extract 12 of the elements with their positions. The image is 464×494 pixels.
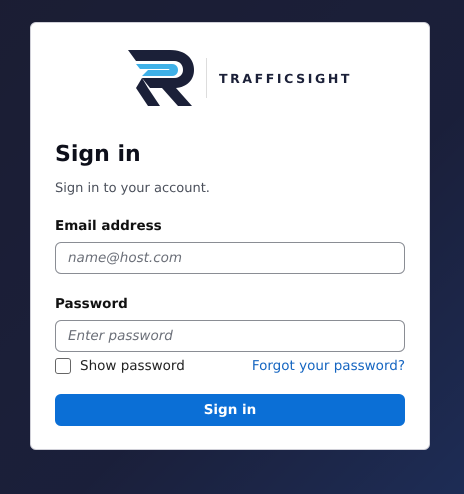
sign-in-button[interactable]: Sign in [55,394,405,426]
email-field[interactable]: name@host.com [55,242,405,274]
field-label: Email address [55,218,163,234]
checkbox-label: Show password [80,358,185,374]
subtitle: Sign in to your account. [55,181,211,196]
logo-mark-icon [128,50,194,106]
password-field[interactable]: Enter password [55,320,405,352]
page-heading: Sign in [55,141,142,169]
checkbox[interactable] [55,358,71,374]
field-label: Password [55,296,129,312]
brand-name: TRAFFICSIGHT [218,70,352,86]
forgot-password-link[interactable]: Forgot your password? [252,358,405,374]
